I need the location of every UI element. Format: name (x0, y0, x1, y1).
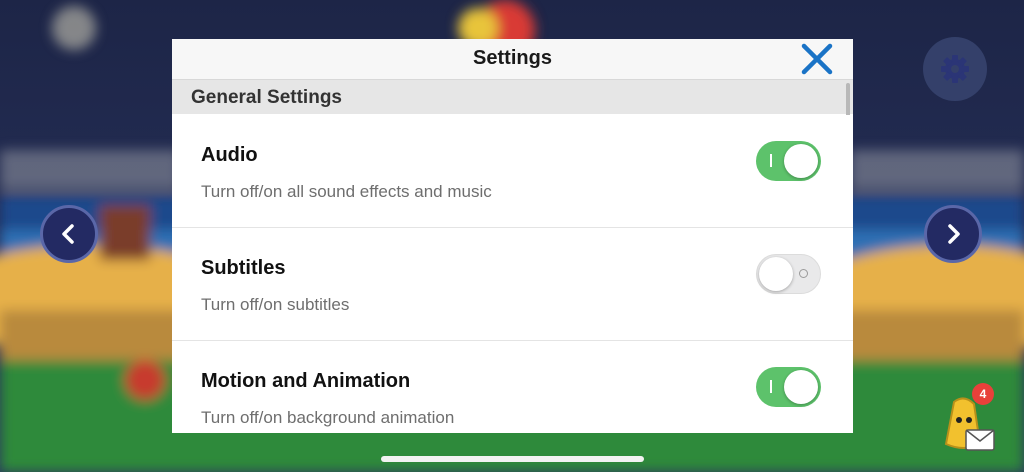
toggle-off-indicator (799, 269, 808, 278)
setting-description: Turn off/on all sound effects and music (201, 182, 492, 201)
motion-animation-toggle[interactable] (756, 367, 821, 407)
audio-toggle[interactable] (756, 141, 821, 181)
dialog-header: Settings (172, 39, 853, 80)
setting-row-audio: Audio Turn off/on all sound effects and … (172, 115, 853, 228)
toggle-knob (784, 370, 818, 404)
toggle-on-indicator (770, 380, 772, 393)
setting-row-motion-animation: Motion and Animation Turn off/on backgro… (172, 341, 853, 433)
setting-title: Motion and Animation (201, 370, 411, 392)
section-header: General Settings (172, 80, 853, 114)
gear-icon (941, 55, 969, 83)
notification-badge: 4 (972, 383, 994, 405)
previous-button[interactable] (40, 205, 98, 263)
setting-title: Subtitles (201, 257, 286, 279)
settings-dialog: Settings General Settings Audio Turn off… (172, 39, 853, 433)
close-button[interactable] (798, 41, 836, 77)
chevron-left-icon (62, 224, 74, 244)
home-indicator[interactable] (381, 456, 644, 462)
toggle-on-indicator (770, 154, 772, 167)
background-settings-button[interactable] (923, 37, 987, 101)
setting-row-subtitles: Subtitles Turn off/on subtitles (172, 228, 853, 341)
toggle-knob (759, 257, 793, 291)
setting-description: Turn off/on subtitles (201, 295, 350, 314)
section-title: General Settings (191, 87, 342, 108)
setting-title: Audio (201, 144, 258, 166)
next-button[interactable] (924, 205, 982, 263)
dialog-title: Settings (473, 47, 552, 69)
close-icon (801, 43, 833, 75)
subtitles-toggle[interactable] (756, 254, 821, 294)
setting-description: Turn off/on background animation (201, 408, 455, 427)
chevron-right-icon (948, 224, 960, 244)
toggle-knob (784, 144, 818, 178)
